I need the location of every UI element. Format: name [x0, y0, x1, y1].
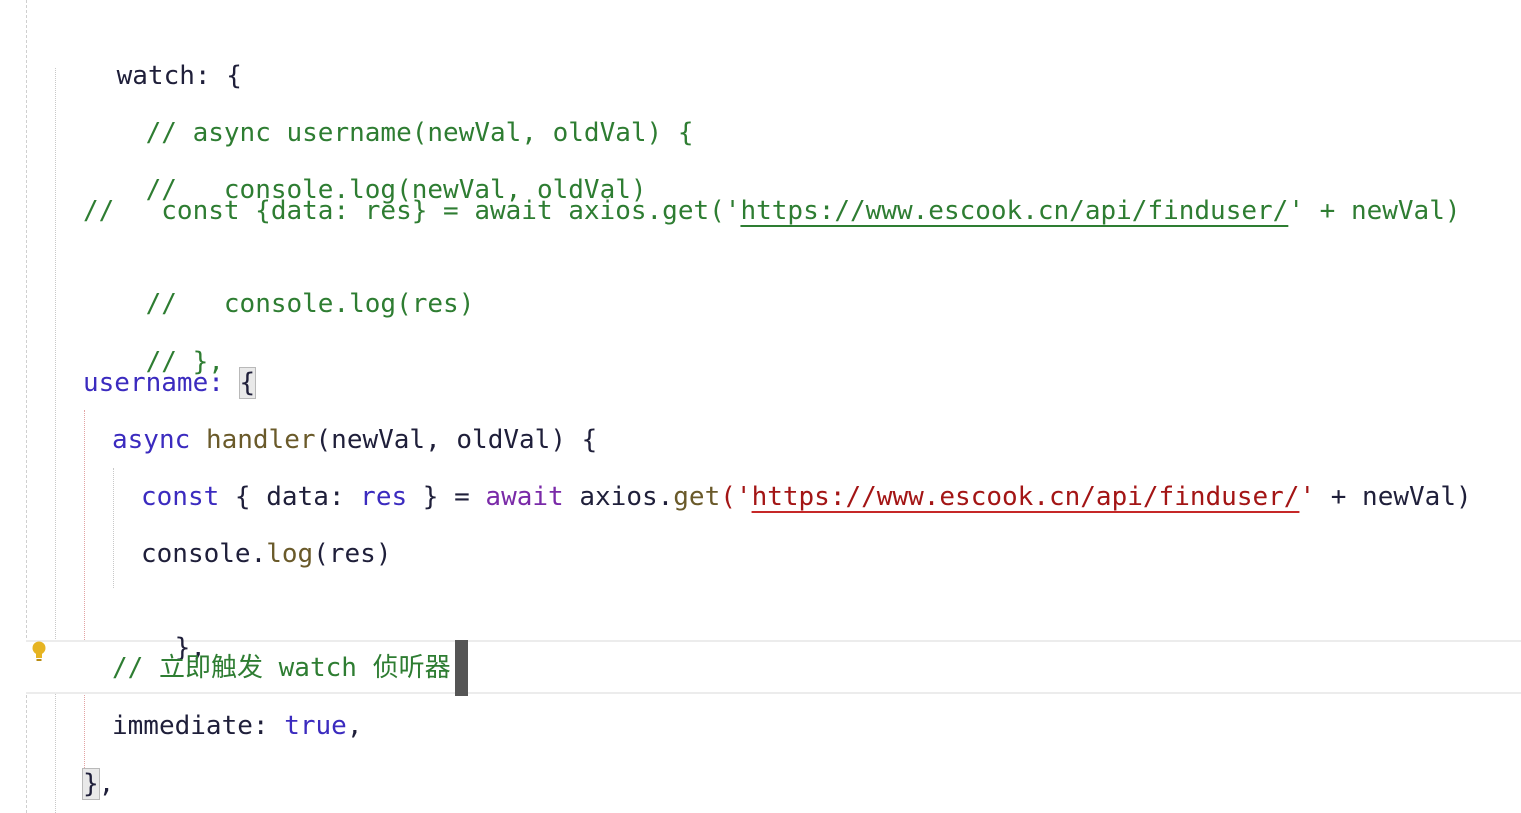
keyword-token: await [485, 482, 564, 512]
comment-token: 侦听器 [372, 653, 451, 683]
code-line[interactable]: async handler(newVal, oldVal) { [112, 422, 597, 458]
boolean-token: true [284, 711, 347, 741]
url-link[interactable]: https://www.escook.cn/api/finduser/ [752, 482, 1300, 512]
code-line[interactable]: // const {data: res} = await axios.get('… [83, 193, 1461, 229]
code-token: + newVal) [1315, 482, 1472, 512]
property-token: username: [83, 368, 240, 398]
comment-token: 立即触发 [158, 653, 263, 683]
code-line[interactable]: watch: { [54, 22, 242, 91]
indent-guide [113, 468, 114, 588]
code-line[interactable]: console.log(res) [141, 536, 391, 572]
code-token: axios. [563, 482, 674, 512]
code-token: } = [407, 482, 486, 512]
code-line[interactable]: // console.log(res) [83, 250, 475, 319]
method-token: get [673, 482, 721, 512]
code-line[interactable]: // console.log(newVal, oldVal) [83, 136, 647, 205]
code-line[interactable]: username: { [83, 365, 257, 401]
lightbulb-icon[interactable] [31, 640, 47, 664]
comment-token: // const {data: res} = await axios.get(' [83, 196, 741, 226]
comment-token: // [112, 653, 159, 683]
comment-token: ' + newVal) [1288, 196, 1461, 226]
code-line[interactable]: const { data: res } = await axios.get('h… [141, 479, 1472, 515]
string-token: (' [720, 482, 752, 512]
keyword-token: async [112, 425, 191, 455]
method-token: log [266, 539, 314, 569]
code-editor[interactable]: watch: { // async username(newVal, oldVa… [0, 0, 1521, 813]
code-line[interactable]: // 立即触发 watch 侦听器 [112, 650, 451, 686]
code-token: (newVal, oldVal) { [315, 425, 598, 455]
code-token: , [346, 711, 363, 741]
variable-token: res [360, 482, 408, 512]
property-token: immediate: [112, 711, 285, 741]
url-link[interactable]: https://www.escook.cn/api/finduser/ [740, 196, 1288, 226]
code-line[interactable]: }, [112, 594, 206, 663]
string-token: ' [1299, 482, 1316, 512]
method-token: handler [205, 425, 316, 455]
text-cursor [455, 640, 468, 696]
code-line[interactable]: immediate: true, [112, 708, 362, 744]
code-token: , [98, 769, 115, 799]
code-token: (res) [313, 539, 392, 569]
matched-brace: } [82, 768, 100, 800]
keyword-token: const [141, 482, 220, 512]
indent-guide [55, 68, 56, 813]
code-token: { data: [219, 482, 361, 512]
code-token: console. [141, 539, 267, 569]
matched-brace: { [238, 367, 257, 399]
comment-token: watch [262, 653, 373, 683]
indent-guide [84, 410, 85, 780]
code-line[interactable]: }, [82, 766, 115, 802]
code-line[interactable]: // }, [83, 308, 224, 377]
code-line[interactable]: // async username(newVal, oldVal) { [83, 79, 694, 148]
